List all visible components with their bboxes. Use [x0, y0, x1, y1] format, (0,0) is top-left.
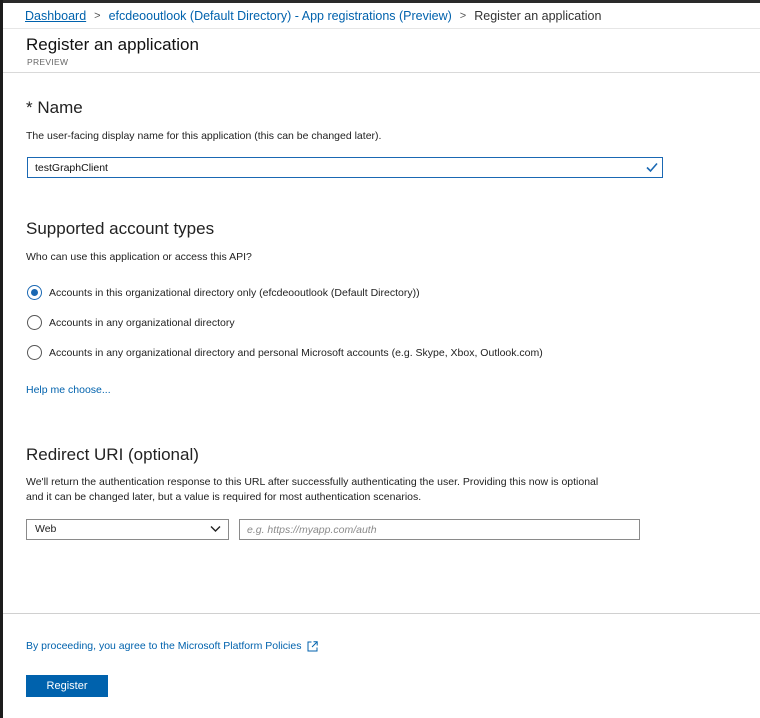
register-button[interactable]: Register	[26, 675, 108, 697]
check-icon	[646, 162, 658, 173]
page-title: Register an application	[26, 35, 199, 54]
redirect-uri-heading: Redirect URI (optional)	[26, 445, 199, 464]
radio-button[interactable]	[27, 345, 42, 360]
name-field	[27, 157, 663, 178]
platform-policies-link-text: By proceeding, you agree to the Microsof…	[26, 640, 302, 652]
register-app-page: Dashboard > efcdeooutlook (Default Direc…	[0, 0, 760, 718]
breadcrumb-separator-icon: >	[94, 10, 101, 22]
redirect-uri-description-line: and it can be changed later, but a value…	[26, 491, 422, 503]
radio-button-selected[interactable]	[27, 285, 42, 300]
chevron-down-icon	[210, 526, 221, 532]
radio-button[interactable]	[27, 315, 42, 330]
platform-select-value: Web	[35, 523, 57, 535]
help-me-choose-link[interactable]: Help me choose...	[26, 384, 111, 396]
breadcrumb-dashboard-link[interactable]: Dashboard	[25, 9, 86, 23]
breadcrumb-separator-icon: >	[459, 10, 467, 22]
account-type-option-label: Accounts in any organizational directory	[49, 316, 235, 329]
platform-policies-link[interactable]: By proceeding, you agree to the Microsof…	[26, 640, 319, 652]
redirect-uri-description-line: We'll return the authentication response…	[26, 476, 599, 488]
page-subtitle: PREVIEW	[27, 57, 69, 67]
account-types-heading: Supported account types	[26, 219, 215, 238]
breadcrumb: Dashboard > efcdeooutlook (Default Direc…	[25, 9, 601, 23]
footer-divider	[3, 613, 760, 614]
account-type-option-multi-tenant[interactable]: Accounts in any organizational directory	[27, 315, 235, 330]
name-heading: * Name	[26, 98, 83, 118]
account-type-option-label: Accounts in any organizational directory…	[49, 346, 543, 359]
account-types-question: Who can use this application or access t…	[26, 251, 252, 263]
breadcrumb-divider	[3, 28, 760, 29]
account-type-option-multi-tenant-personal[interactable]: Accounts in any organizational directory…	[27, 345, 543, 360]
account-type-option-label: Accounts in this organizational director…	[49, 286, 420, 299]
window-left-edge	[0, 0, 3, 718]
account-type-option-single-tenant[interactable]: Accounts in this organizational director…	[27, 285, 420, 300]
name-heading-label: Name	[37, 98, 83, 117]
breadcrumb-app-registrations-link[interactable]: efcdeooutlook (Default Directory) - App …	[109, 9, 452, 23]
window-top-edge	[0, 0, 760, 3]
platform-select[interactable]: Web	[26, 519, 229, 540]
breadcrumb-current: Register an application	[474, 9, 602, 23]
external-link-icon	[307, 640, 319, 651]
redirect-uri-description: We'll return the authentication response…	[26, 475, 598, 505]
name-description: The user-facing display name for this ap…	[26, 130, 382, 142]
required-marker: *	[26, 98, 33, 117]
name-input[interactable]	[28, 158, 645, 177]
header-divider	[3, 72, 760, 73]
redirect-uri-input[interactable]	[239, 519, 640, 540]
